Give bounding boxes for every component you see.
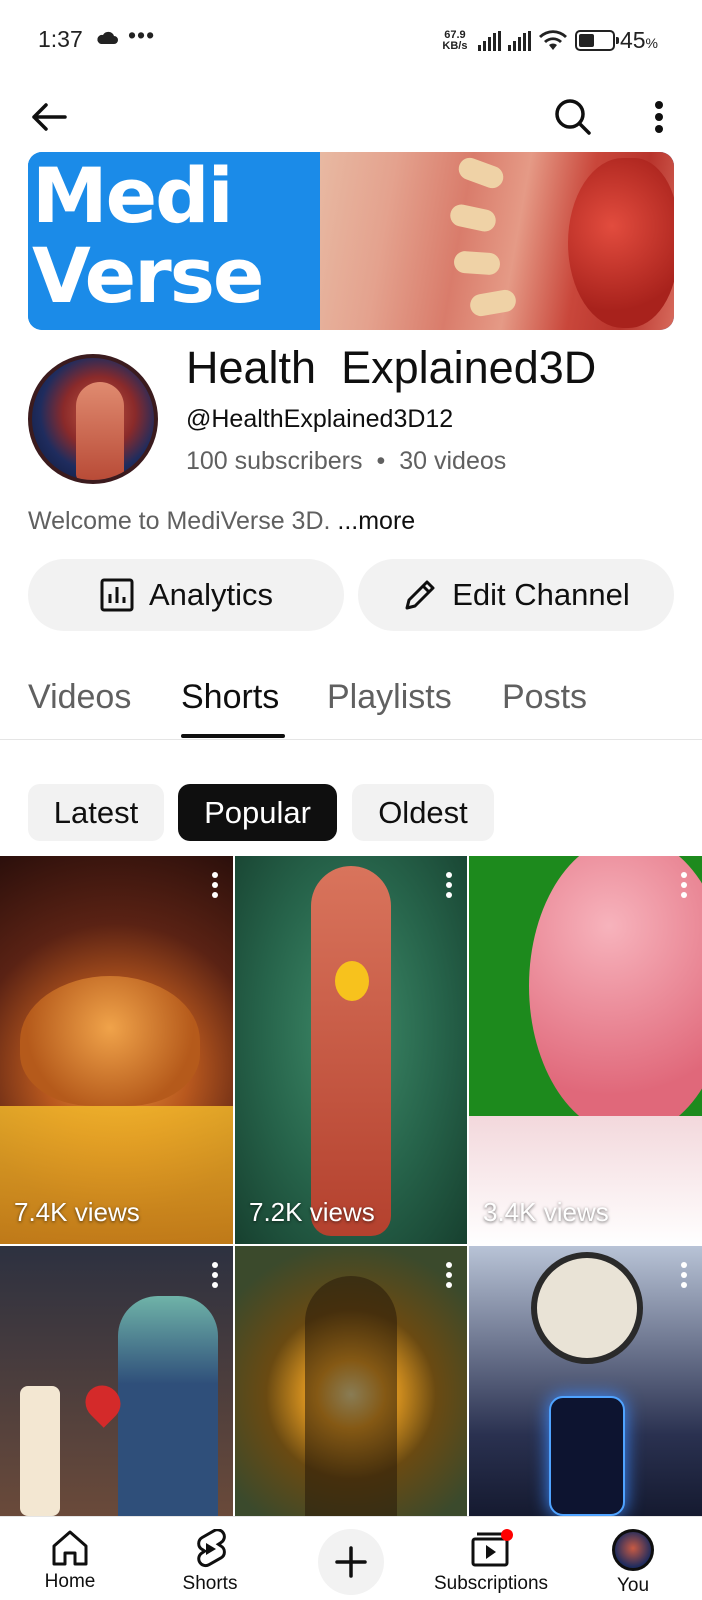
status-time: 1:37 [38,26,83,52]
short-thumbnail[interactable] [235,1246,467,1516]
signal-icon [477,30,501,51]
analytics-icon [100,578,134,612]
battery-indicator: 45% [574,27,658,54]
battery-icon [574,30,619,51]
search-button[interactable] [548,92,598,142]
bottom-navigation: Home Shorts Subscriptions You [0,1516,702,1600]
short-thumbnail[interactable] [469,1246,702,1516]
chip-popular[interactable]: Popular [178,784,337,841]
signal-icon-2 [507,30,531,51]
nav-home[interactable]: Home [30,1517,110,1600]
subscriber-count: 100 subscribers [186,447,363,475]
back-button[interactable] [24,92,74,142]
short-more-icon[interactable] [211,872,219,898]
nav-shorts[interactable]: Shorts [170,1517,250,1600]
channel-name: Health Explained3D [186,342,597,393]
short-more-icon[interactable] [445,1262,453,1288]
short-thumbnail[interactable]: 3.4K views [469,856,702,1244]
nav-subscriptions[interactable]: Subscriptions [426,1517,556,1600]
channel-banner: Medi Verse [28,152,674,330]
wifi-icon [538,29,567,50]
chip-oldest[interactable]: Oldest [352,784,494,841]
short-views: 7.4K views [14,1197,140,1227]
channel-stats: 100 subscribers • 30 videos [186,447,506,476]
status-bar: 1:37 ••• 67.9 KB/s 45% [0,0,702,84]
pencil-icon [405,580,435,610]
video-count: 30 videos [399,447,507,475]
more-vertical-icon [655,101,663,133]
nav-you[interactable]: You [598,1517,668,1600]
home-icon [52,1530,88,1566]
heart-illustration [568,158,674,328]
more-options-button[interactable] [634,92,684,142]
channel-tabs: Videos Shorts Playlists Posts [0,660,702,740]
banner-artwork [320,152,674,330]
channel-handle: @HealthExplained3D12 [186,405,454,433]
status-more-dots: ••• [128,22,156,48]
channel-avatar[interactable] [28,354,158,484]
short-thumbnail[interactable]: 7.4K views [0,856,233,1244]
active-tab-indicator [181,734,285,738]
short-more-icon[interactable] [680,872,688,898]
tab-posts[interactable]: Posts [502,678,587,717]
arrow-left-icon [32,103,67,131]
tab-playlists[interactable]: Playlists [327,678,452,717]
stats-separator: • [376,447,386,475]
short-views: 3.4K views [483,1197,609,1227]
chip-latest[interactable]: Latest [28,784,164,841]
create-button[interactable] [318,1529,384,1595]
short-more-icon[interactable] [680,1262,688,1288]
short-thumbnail[interactable] [0,1246,233,1516]
cloud-icon [97,31,118,44]
short-more-icon[interactable] [211,1262,219,1288]
tab-shorts[interactable]: Shorts [181,678,279,717]
more-link[interactable]: ...more [337,507,415,535]
analytics-button[interactable]: Analytics [28,559,344,631]
short-thumbnail[interactable]: 7.2K views [235,856,467,1244]
channel-description[interactable]: Welcome to MediVerse 3D. ...more [28,507,415,536]
avatar [612,1529,654,1571]
edit-channel-button[interactable]: Edit Channel [358,559,674,631]
banner-title: Medi Verse [32,152,264,320]
short-views: 7.2K views [249,1197,375,1227]
tab-videos[interactable]: Videos [28,678,131,717]
top-app-bar [0,84,702,146]
network-speed: 67.9 KB/s [442,28,468,52]
search-icon [555,99,591,135]
shorts-icon [197,1529,226,1568]
subscriptions-icon [471,1529,513,1567]
plus-icon [335,1546,367,1578]
short-more-icon[interactable] [445,872,453,898]
